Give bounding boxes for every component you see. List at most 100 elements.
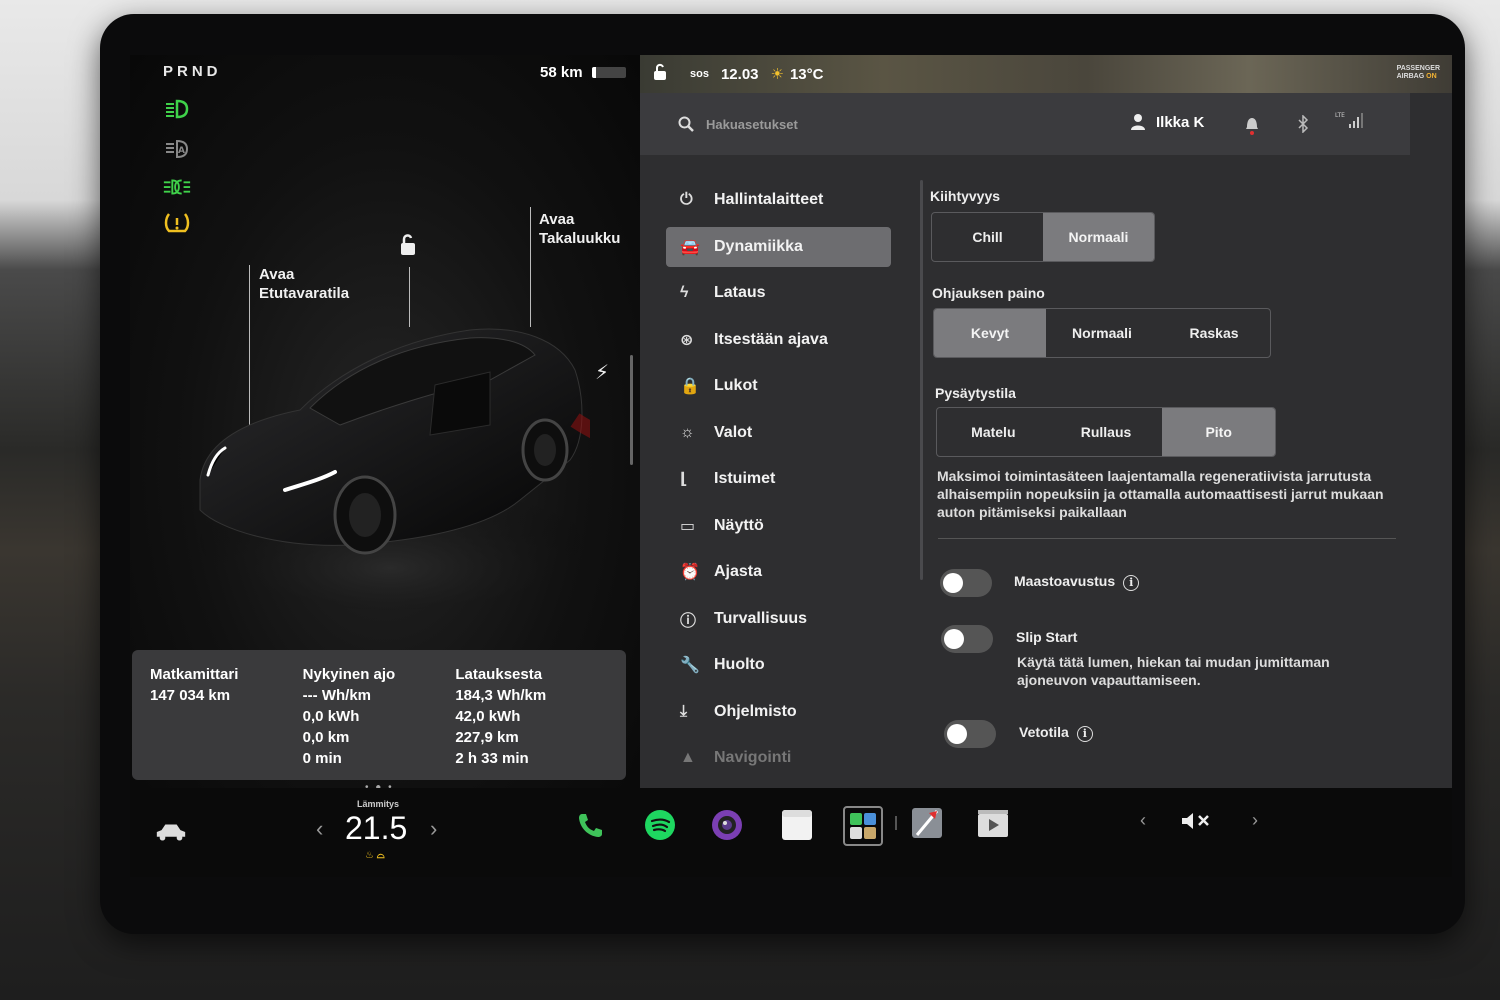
- steering-normal-option[interactable]: Normaali: [1046, 309, 1158, 357]
- alarm-icon: ⏰: [680, 564, 700, 581]
- battery-icon: [592, 67, 626, 78]
- settings-header: Ilkka K LTE: [640, 93, 1410, 155]
- fog-light-icon: [162, 175, 192, 199]
- gear-indicator: PRND: [163, 63, 222, 80]
- nav-lights[interactable]: ☼ Valot: [666, 413, 891, 453]
- low-beam-icon: [162, 97, 192, 121]
- settings-panel: sos 12.03 ☀ 13°C PASSENGER AIRBAG ON Ilk…: [640, 55, 1452, 788]
- toggle-icon: ⏻: [680, 191, 693, 208]
- nav-dynamics[interactable]: 🚘 Dynamiikka: [666, 226, 891, 267]
- nav-navigation[interactable]: ▲ Navigointi: [666, 738, 891, 778]
- car-icon: 🚘: [680, 238, 700, 256]
- lock-icon: 🔒: [680, 378, 700, 395]
- climate-mode-label: Lämmitys: [357, 799, 400, 809]
- nav-autopilot[interactable]: ⊛ Itsestään ajava: [666, 320, 891, 360]
- bell-icon[interactable]: [1245, 115, 1259, 139]
- steering-heavy-option[interactable]: Raskas: [1158, 309, 1270, 357]
- stop-creep-option[interactable]: Matelu: [937, 408, 1050, 456]
- stopping-mode-description: Maksimoi toimintasäteen laajentamalla re…: [937, 468, 1384, 520]
- stop-hold-option[interactable]: Pito: [1162, 408, 1275, 456]
- driver-name: Ilkka K: [1156, 113, 1205, 131]
- car-menu-icon[interactable]: [154, 816, 188, 850]
- svg-text:A: A: [178, 146, 185, 156]
- search-input[interactable]: [706, 116, 1026, 132]
- nav-schedule[interactable]: ⏰ Ajasta: [666, 552, 891, 592]
- media-prev-button[interactable]: ‹: [1140, 810, 1146, 831]
- slip-start-toggle[interactable]: [941, 625, 993, 653]
- nav-service[interactable]: 🔧 Huolto: [666, 645, 891, 685]
- accel-chill-option[interactable]: Chill: [932, 213, 1043, 261]
- current-trip-stats: Nykyinen ajo --- Wh/km 0,0 kWh 0,0 km 0 …: [302, 666, 396, 767]
- vehicle-render: [199, 328, 590, 610]
- odometer-stats: Matkamittari 147 034 km: [150, 666, 239, 704]
- navigation-app-icon[interactable]: [910, 806, 944, 840]
- tire-pressure-warning-icon: [162, 211, 192, 235]
- section-divider: [938, 538, 1396, 539]
- mute-icon[interactable]: [1180, 804, 1214, 838]
- svg-text:LTE: LTE: [1335, 112, 1345, 119]
- tow-mode-toggle[interactable]: [944, 720, 996, 748]
- nav-software[interactable]: ⤓ Ohjelmisto: [666, 692, 891, 732]
- stop-roll-option[interactable]: Rullaus: [1050, 408, 1163, 456]
- panel-scrollbar[interactable]: [630, 355, 633, 465]
- front-trunk-label[interactable]: Avaa Etutavaratila: [259, 265, 349, 303]
- accel-normal-option[interactable]: Normaali: [1043, 213, 1154, 261]
- stopping-mode-title: Pysäytystila: [935, 385, 1016, 401]
- app-launcher-icon[interactable]: [843, 806, 883, 846]
- outside-temperature: 13°C: [789, 65, 824, 83]
- info-icon[interactable]: i: [1076, 726, 1093, 742]
- search-icon[interactable]: [678, 116, 694, 132]
- lock-status-icon[interactable]: [652, 63, 668, 85]
- camera-icon[interactable]: [710, 808, 744, 842]
- nav-display[interactable]: ▭ Näyttö: [666, 506, 891, 546]
- stopping-mode-selector: Matelu Rullaus Pito: [936, 407, 1276, 457]
- steering-light-option[interactable]: Kevyt: [934, 309, 1046, 357]
- steering-title: Ohjauksen paino: [932, 285, 1045, 301]
- phone-icon[interactable]: [573, 808, 607, 842]
- download-icon: ⤓: [680, 702, 688, 720]
- seat-icon: ⌊: [680, 471, 688, 488]
- touchscreen: PRND 58 km A Avaa Etutavaratila Avaa Takal…: [130, 55, 1452, 877]
- slip-start-label: Slip Start: [1016, 629, 1078, 645]
- driver-profile-button[interactable]: Ilkka K: [1130, 113, 1204, 131]
- temp-down-button[interactable]: ‹: [316, 816, 323, 842]
- tow-mode-label: Vetotila i: [1019, 724, 1093, 742]
- nav-locks[interactable]: 🔒 Lukot: [666, 366, 891, 406]
- car-status-panel: PRND 58 km A Avaa Etutavaratila Avaa Takal…: [130, 55, 640, 793]
- rear-trunk-pointer: [530, 207, 531, 327]
- bottom-dock: ‹ Lämmitys 21.5 › ♨ ⌓ ‹ ›: [130, 788, 1452, 877]
- temp-up-button[interactable]: ›: [430, 816, 437, 842]
- sun-icon: ☀: [770, 66, 784, 83]
- safety-icon: ⓘ: [680, 612, 697, 630]
- cabin-temperature[interactable]: 21.5: [345, 810, 407, 847]
- nav-safety[interactable]: ⓘ Turvallisuus: [666, 599, 891, 639]
- nav-controls[interactable]: ⏻ Hallintalaitteet: [666, 180, 891, 220]
- bolt-icon: ϟ: [680, 284, 689, 301]
- nav-charging[interactable]: ϟ Lataus: [666, 273, 891, 313]
- trip-stats-card[interactable]: Matkamittari 147 034 km Nykyinen ajo ---…: [132, 650, 626, 780]
- charge-port-icon[interactable]: ⚡: [595, 360, 609, 385]
- lte-signal-icon: LTE: [1335, 111, 1365, 135]
- media-next-button[interactable]: ›: [1252, 810, 1258, 831]
- display-icon: ▭: [680, 517, 696, 535]
- info-icon[interactable]: i: [1123, 575, 1140, 591]
- spotify-icon[interactable]: [643, 808, 677, 842]
- settings-nav: ⏻ Hallintalaitteet 🚘 Dynamiikka ϟ Lataus ⊛ I…: [666, 180, 891, 785]
- theater-icon[interactable]: [976, 806, 1010, 840]
- status-bar: sos 12.03 ☀ 13°C PASSENGER AIRBAG ON: [640, 55, 1452, 93]
- unlock-icon[interactable]: [398, 233, 418, 257]
- off-road-assist-toggle[interactable]: [940, 569, 992, 597]
- slip-start-description: Käytä tätä lumen, hiekan tai mudan jumit…: [1017, 654, 1330, 688]
- calendar-icon[interactable]: [780, 808, 814, 842]
- acceleration-selector: Chill Normaali: [931, 212, 1155, 262]
- nav-seats[interactable]: ⌊ Istuimet: [666, 459, 891, 499]
- navigation-icon: ▲: [680, 749, 696, 766]
- bluetooth-icon[interactable]: [1297, 114, 1309, 137]
- rear-trunk-label[interactable]: Avaa Takaluukku: [539, 210, 620, 248]
- nav-scrollbar[interactable]: [920, 180, 923, 580]
- range-readout: 58 km: [540, 64, 583, 81]
- wrench-icon: 🔧: [680, 657, 700, 674]
- dock-separator: [895, 816, 897, 830]
- defrost-icon[interactable]: ♨ ⌓: [365, 850, 385, 861]
- clock: 12.03: [720, 65, 759, 83]
